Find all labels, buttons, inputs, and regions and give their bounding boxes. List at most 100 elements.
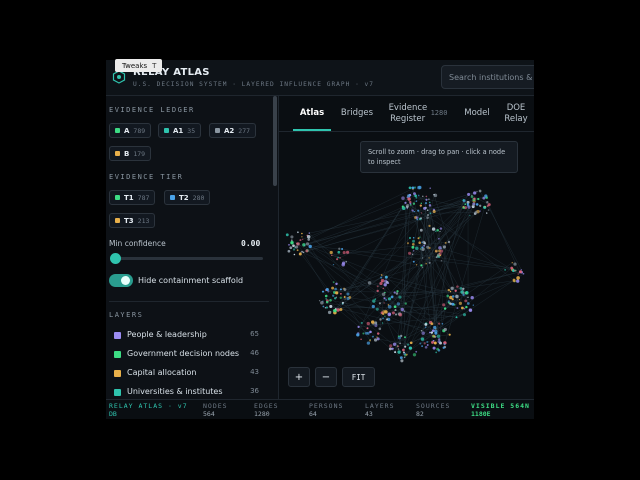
graph-node[interactable]: [466, 202, 469, 205]
graph-node[interactable]: [516, 279, 520, 283]
filter-chip-t2[interactable]: T2 280: [164, 190, 211, 205]
graph-node[interactable]: [384, 279, 388, 283]
graph-node[interactable]: [412, 202, 416, 205]
graph-node[interactable]: [387, 312, 392, 317]
graph-node[interactable]: [398, 295, 402, 299]
filter-chip-t3[interactable]: T3 213: [109, 213, 156, 228]
graph-node[interactable]: [373, 338, 378, 342]
graph-node[interactable]: [429, 187, 431, 189]
graph-node[interactable]: [417, 237, 420, 240]
graph-node[interactable]: [382, 312, 385, 316]
graph-node[interactable]: [451, 298, 454, 301]
graph-node[interactable]: [288, 243, 290, 246]
graph-node[interactable]: [381, 322, 384, 324]
graph-node[interactable]: [341, 248, 344, 250]
graph-node[interactable]: [374, 298, 377, 300]
graph-node[interactable]: [343, 288, 347, 291]
graph-node[interactable]: [334, 287, 337, 291]
graph-node[interactable]: [289, 246, 293, 250]
graph-node[interactable]: [339, 296, 343, 300]
graph-node[interactable]: [462, 206, 465, 208]
graph-node[interactable]: [463, 307, 466, 310]
graph-node[interactable]: [436, 347, 439, 351]
graph-node[interactable]: [412, 260, 415, 263]
graph-node[interactable]: [516, 276, 520, 280]
graph-node[interactable]: [384, 275, 388, 279]
graph-node[interactable]: [432, 335, 434, 338]
graph-node[interactable]: [456, 307, 459, 310]
graph-node[interactable]: [292, 244, 295, 248]
filter-chip-t1[interactable]: T1 787: [109, 190, 156, 205]
graph-node[interactable]: [417, 209, 420, 212]
graph-node[interactable]: [426, 340, 429, 344]
graph-node[interactable]: [510, 266, 514, 270]
graph-node[interactable]: [341, 261, 346, 265]
graph-node[interactable]: [420, 217, 423, 220]
graph-node[interactable]: [433, 325, 437, 330]
graph-node[interactable]: [429, 212, 432, 215]
graph-node[interactable]: [399, 356, 403, 360]
graph-node[interactable]: [411, 253, 414, 256]
graph-node[interactable]: [415, 350, 418, 353]
graph-node[interactable]: [426, 209, 429, 212]
graph-node[interactable]: [412, 239, 415, 243]
graph-node[interactable]: [439, 254, 442, 257]
graph-node[interactable]: [424, 345, 428, 349]
layer-item[interactable]: Universities & institutes 36: [109, 387, 259, 399]
filter-chip-a[interactable]: A 789: [109, 123, 152, 138]
graph-node[interactable]: [366, 327, 369, 330]
graph-node[interactable]: [408, 236, 412, 240]
graph-node[interactable]: [387, 305, 392, 309]
graph-node[interactable]: [420, 264, 423, 267]
graph-node[interactable]: [435, 351, 438, 354]
graph-node[interactable]: [419, 236, 421, 238]
graph-node[interactable]: [404, 201, 407, 204]
graph-node[interactable]: [400, 334, 403, 338]
graph-node[interactable]: [424, 201, 428, 205]
graph-node[interactable]: [438, 246, 442, 250]
graph-node[interactable]: [420, 202, 423, 205]
graph-node[interactable]: [380, 276, 383, 279]
graph-node[interactable]: [440, 259, 443, 262]
search-input[interactable]: Search institutions &: [441, 65, 534, 89]
graph-node[interactable]: [336, 308, 340, 312]
graph-node[interactable]: [390, 295, 394, 299]
graph-node[interactable]: [406, 343, 410, 346]
graph-node[interactable]: [434, 331, 438, 335]
graph-node[interactable]: [411, 209, 414, 212]
graph-node[interactable]: [459, 287, 463, 290]
graph-node[interactable]: [305, 249, 309, 253]
graph-node[interactable]: [465, 305, 468, 309]
graph-node[interactable]: [437, 340, 441, 344]
graph-node[interactable]: [425, 195, 428, 198]
graph-node[interactable]: [470, 296, 474, 300]
graph-node[interactable]: [387, 297, 392, 301]
graph-node[interactable]: [413, 186, 417, 189]
graph-node[interactable]: [469, 214, 471, 217]
graph-node[interactable]: [436, 334, 441, 338]
graph-node[interactable]: [412, 353, 417, 357]
graph-node[interactable]: [396, 290, 399, 293]
sidebar-scrollbar[interactable]: [273, 96, 277, 186]
graph-node[interactable]: [425, 262, 428, 265]
graph-node[interactable]: [427, 214, 429, 216]
graph-node[interactable]: [401, 205, 404, 208]
graph-node[interactable]: [486, 201, 489, 204]
graph-node[interactable]: [428, 246, 431, 250]
graph-node[interactable]: [407, 197, 411, 201]
graph-node[interactable]: [299, 252, 302, 254]
graph-node[interactable]: [324, 294, 328, 298]
graph-node[interactable]: [464, 299, 468, 303]
graph-node[interactable]: [396, 302, 401, 306]
graph-node[interactable]: [419, 342, 422, 345]
graph-node[interactable]: [430, 331, 434, 334]
filter-chip-b[interactable]: B 179: [109, 146, 152, 161]
min-confidence-slider-handle[interactable]: [110, 253, 121, 264]
tab-doe-relay[interactable]: DOE Relay: [501, 96, 531, 131]
graph-node[interactable]: [428, 224, 431, 227]
graph-node[interactable]: [484, 206, 486, 208]
graph-node[interactable]: [447, 288, 451, 292]
graph-node[interactable]: [318, 300, 321, 302]
graph-node[interactable]: [409, 341, 413, 345]
graph-node[interactable]: [385, 299, 387, 301]
